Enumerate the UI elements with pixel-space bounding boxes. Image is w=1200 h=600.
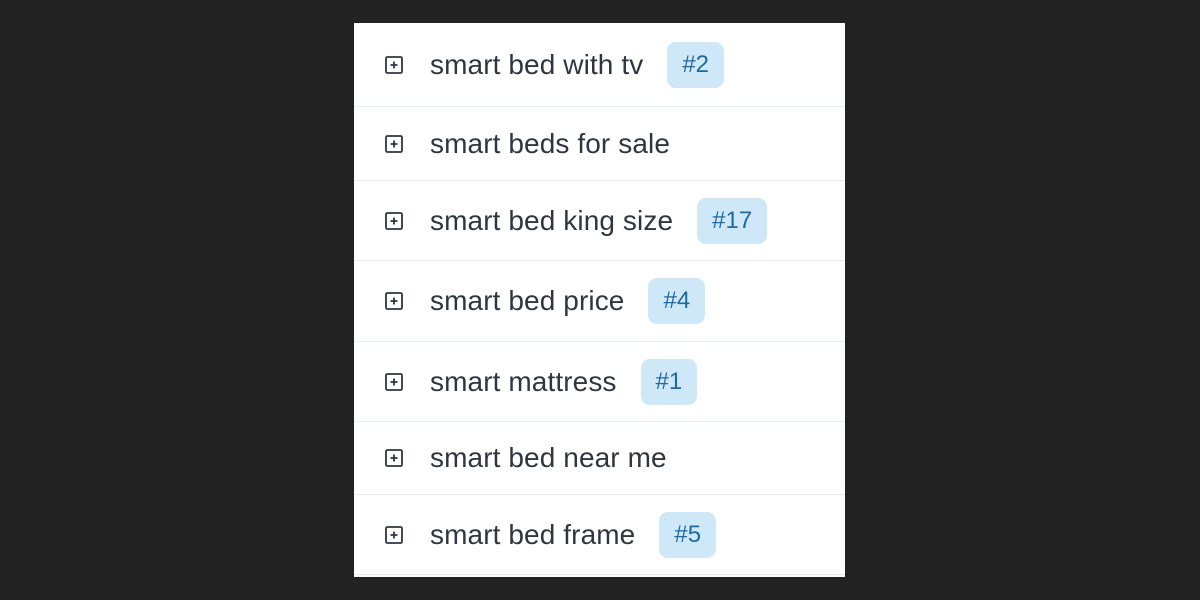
keyword-label: smart mattress [430, 365, 617, 397]
keyword-row[interactable]: smart bed king size #17 [354, 181, 845, 261]
keyword-label: smart bed frame [430, 518, 636, 550]
plus-square-icon[interactable] [385, 292, 403, 310]
keyword-row[interactable]: smart bed with tv #2 [354, 23, 845, 107]
plus-square-icon[interactable] [385, 211, 403, 230]
keyword-label: smart bed with tv [430, 48, 644, 80]
plus-square-icon[interactable] [385, 134, 403, 153]
keyword-row[interactable]: smart bed near me [354, 422, 845, 495]
keyword-list-panel: smart bed with tv #2 smart beds for sale… [354, 23, 845, 577]
plus-square-icon[interactable] [385, 372, 403, 391]
keyword-row[interactable]: smart bed price #4 [354, 261, 845, 342]
rank-badge: #17 [697, 197, 768, 244]
rank-badge: #5 [659, 511, 717, 558]
rank-badge: #4 [648, 278, 706, 324]
keyword-row[interactable]: smart bed frame #5 [354, 495, 845, 575]
keyword-label: smart bed price [430, 285, 625, 316]
plus-square-icon[interactable] [385, 55, 403, 74]
plus-square-icon[interactable] [385, 449, 403, 467]
keyword-row[interactable]: smart mattress #1 [354, 342, 845, 422]
rank-badge: #1 [640, 358, 698, 405]
plus-square-icon[interactable] [385, 525, 403, 544]
keyword-label: smart beds for sale [430, 127, 670, 159]
keyword-label: smart bed near me [430, 442, 667, 473]
keyword-label: smart bed king size [430, 204, 674, 236]
keyword-row[interactable]: smart beds for sale [354, 107, 845, 181]
rank-badge: #2 [667, 41, 725, 88]
